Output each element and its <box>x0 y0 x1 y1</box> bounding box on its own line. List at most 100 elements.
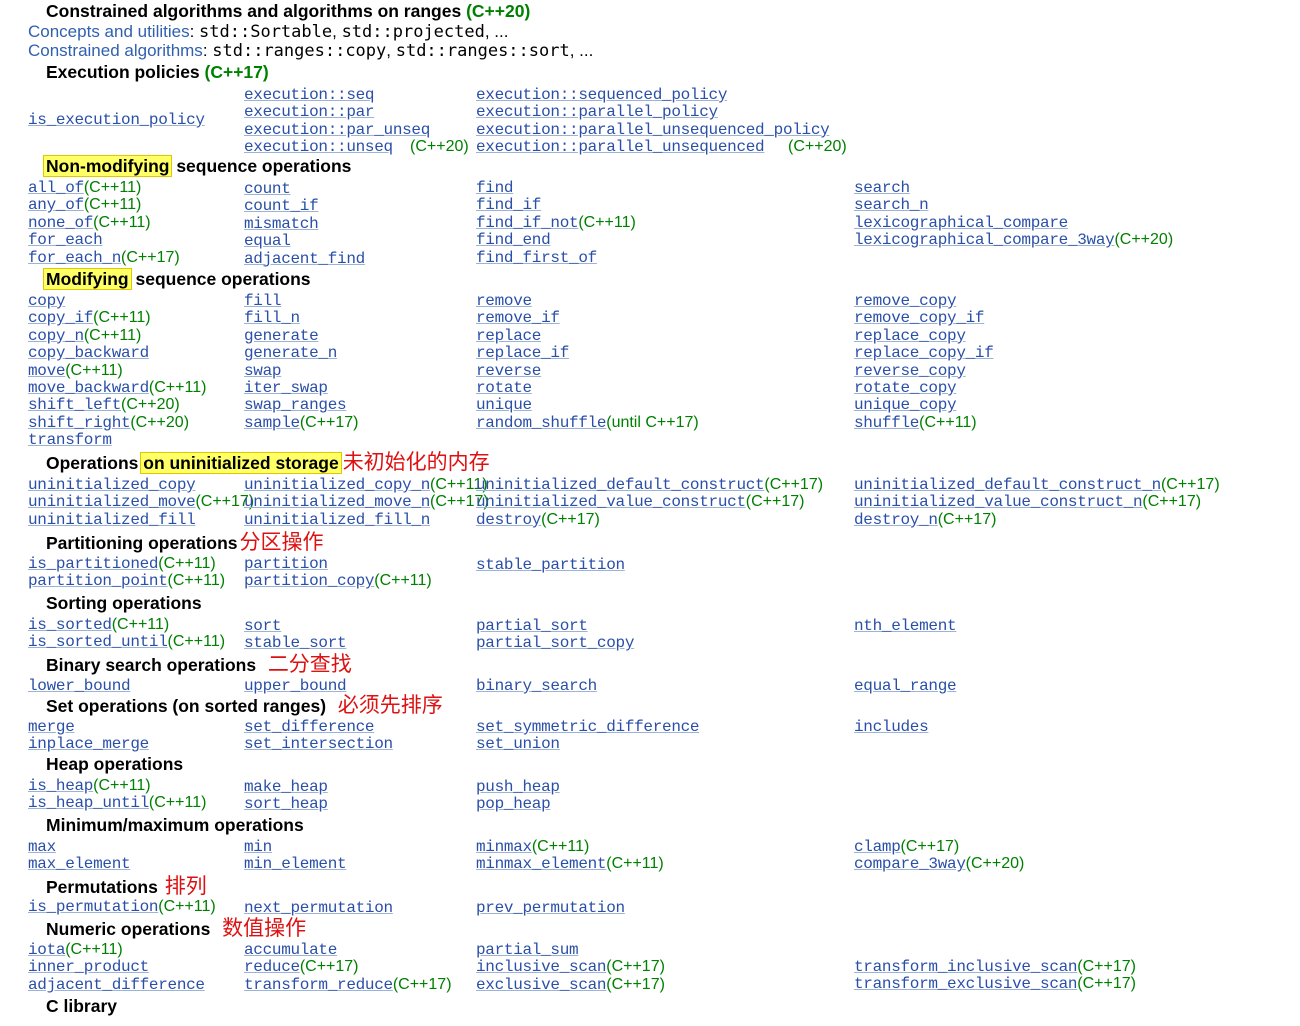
algorithm-link[interactable]: unique <box>476 396 532 415</box>
algorithm-link[interactable]: swap <box>244 362 282 380</box>
algorithm-link[interactable]: for_each <box>28 231 103 249</box>
algorithm-link[interactable]: execution::parallel_unsequenced_policy <box>476 121 830 139</box>
algorithm-link[interactable]: execution::sequenced_policy <box>476 86 727 104</box>
algorithm-link[interactable]: none_of <box>28 214 93 232</box>
algorithm-link[interactable]: execution::seq <box>244 86 375 104</box>
algorithm-link[interactable]: uninitialized_fill_n <box>244 511 430 529</box>
algorithm-link[interactable]: is_sorted <box>28 616 112 634</box>
algorithm-link[interactable]: for_each_n <box>28 249 121 267</box>
algorithm-link[interactable]: lower_bound <box>28 677 131 695</box>
algorithm-link[interactable]: generate_n <box>244 344 337 362</box>
algorithm-link[interactable]: max_element <box>28 855 131 874</box>
algorithm-link[interactable]: minmax_element <box>476 855 607 874</box>
algorithm-link[interactable]: exclusive_scan <box>476 976 607 994</box>
algorithm-link[interactable]: remove_copy <box>854 292 957 310</box>
algorithm-link[interactable]: execution::unseq <box>244 138 393 156</box>
algorithm-link[interactable]: max <box>28 838 56 856</box>
algorithm-link[interactable]: execution::parallel_unsequenced <box>476 138 765 156</box>
algorithm-link[interactable]: partial_sum <box>476 941 579 959</box>
algorithm-link[interactable]: find_if_not <box>476 214 579 232</box>
algorithm-link[interactable]: mismatch <box>244 215 319 233</box>
algorithm-link[interactable]: inclusive_scan <box>476 958 607 977</box>
algorithm-link[interactable]: binary_search <box>476 677 597 695</box>
algorithm-link[interactable]: stable_sort <box>244 634 347 653</box>
algorithm-link[interactable]: find_if <box>476 196 541 215</box>
algorithm-link[interactable]: uninitialized_move <box>28 493 196 512</box>
algorithm-link[interactable]: push_heap <box>476 778 560 796</box>
algorithm-link[interactable]: copy <box>28 292 66 310</box>
algorithm-link[interactable]: uninitialized_copy <box>28 476 196 494</box>
algorithm-link[interactable]: partition_copy <box>244 572 375 591</box>
algorithm-link[interactable]: fill_n <box>244 309 300 328</box>
algorithm-link[interactable]: iota <box>28 941 66 959</box>
algorithm-link[interactable]: equal_range <box>854 677 957 695</box>
algorithm-link[interactable]: fill <box>244 292 282 310</box>
algorithm-link[interactable]: clamp <box>854 838 901 856</box>
algorithm-link[interactable]: execution::par <box>244 103 375 122</box>
algorithm-link[interactable]: swap_ranges <box>244 396 347 415</box>
algorithm-link[interactable]: uninitialized_copy_n <box>244 476 430 494</box>
algorithm-link[interactable]: copy_n <box>28 327 84 345</box>
algorithm-link[interactable]: includes <box>854 718 929 736</box>
algorithm-link[interactable]: partition_point <box>28 572 168 591</box>
algorithm-link[interactable]: sort_heap <box>244 795 328 814</box>
algorithm-link[interactable]: transform_exclusive_scan <box>854 975 1078 994</box>
algorithm-link[interactable]: replace_if <box>476 344 569 362</box>
algorithm-link[interactable]: uninitialized_fill <box>28 511 196 529</box>
algorithm-link[interactable]: random_shuffle <box>476 414 607 432</box>
algorithm-link[interactable]: execution::par_unseq <box>244 121 430 139</box>
algorithm-link[interactable]: sort <box>244 617 282 635</box>
algorithm-link[interactable]: compare_3way <box>854 855 966 874</box>
algorithm-link[interactable]: adjacent_difference <box>28 976 205 994</box>
algorithm-link[interactable]: count_if <box>244 197 319 216</box>
algorithm-link[interactable]: destroy <box>476 511 541 529</box>
algorithm-link[interactable]: reverse <box>476 362 541 380</box>
algorithm-link[interactable]: stable_partition <box>476 556 625 574</box>
algorithm-link[interactable]: pop_heap <box>476 795 551 814</box>
algorithm-link[interactable]: move_backward <box>28 379 149 397</box>
algorithm-link[interactable]: destroy_n <box>854 511 938 529</box>
algorithm-link[interactable]: lexicographical_compare <box>854 214 1068 232</box>
algorithm-link[interactable]: uninitialized_default_construct <box>476 476 765 494</box>
algorithm-link[interactable]: set_symmetric_difference <box>476 718 700 736</box>
algorithm-link[interactable]: set_union <box>476 735 560 754</box>
algorithm-link[interactable]: is_heap_until <box>28 794 149 813</box>
algorithm-link[interactable]: nth_element <box>854 617 957 635</box>
algorithm-link[interactable]: minmax <box>476 838 532 856</box>
algorithm-link[interactable]: min <box>244 838 272 856</box>
algorithm-link[interactable]: make_heap <box>244 778 328 796</box>
algorithm-link[interactable]: count <box>244 180 291 198</box>
algorithm-link[interactable]: min_element <box>244 855 347 874</box>
algorithm-link[interactable]: shuffle <box>854 414 919 432</box>
algorithm-link[interactable]: execution::parallel_policy <box>476 103 718 122</box>
algorithm-link[interactable]: partition <box>244 555 328 573</box>
algorithm-link[interactable]: next_permutation <box>244 899 393 917</box>
algorithm-link[interactable]: unique_copy <box>854 396 957 415</box>
algorithm-link[interactable]: transform_inclusive_scan <box>854 958 1078 976</box>
algorithm-link[interactable]: rotate_copy <box>854 379 957 397</box>
algorithm-link[interactable]: transform_reduce <box>244 976 393 994</box>
algorithm-link[interactable]: find_end <box>476 231 551 249</box>
algorithm-link[interactable]: find_first_of <box>476 249 597 267</box>
algorithm-link[interactable]: move <box>28 362 66 380</box>
algorithm-link[interactable]: partial_sort_copy <box>476 634 634 653</box>
algorithm-link[interactable]: any_of <box>28 196 84 215</box>
algorithm-link[interactable]: accumulate <box>244 941 337 959</box>
algorithm-link[interactable]: shift_right <box>28 414 131 432</box>
algorithm-link[interactable]: all_of <box>28 179 84 197</box>
algorithm-link[interactable]: shift_left <box>28 396 121 415</box>
algorithm-link[interactable]: reverse_copy <box>854 362 966 380</box>
algorithm-link[interactable]: generate <box>244 327 319 345</box>
algorithm-link[interactable]: partial_sort <box>476 617 588 635</box>
concepts-link[interactable]: Concepts and utilities <box>28 22 190 41</box>
algorithm-link[interactable]: merge <box>28 718 75 736</box>
algorithm-link[interactable]: replace <box>476 327 541 345</box>
algorithm-link[interactable]: is_heap <box>28 777 93 795</box>
algorithm-link[interactable]: remove_copy_if <box>854 309 985 328</box>
algorithm-link[interactable]: is_partitioned <box>28 555 159 573</box>
algorithm-link[interactable]: is_execution_policy <box>28 111 205 129</box>
algorithm-link[interactable]: remove <box>476 292 532 310</box>
algorithm-link[interactable]: iter_swap <box>244 379 328 397</box>
algorithm-link[interactable]: search <box>854 179 910 197</box>
algorithm-link[interactable]: uninitialized_value_construct <box>476 493 746 512</box>
